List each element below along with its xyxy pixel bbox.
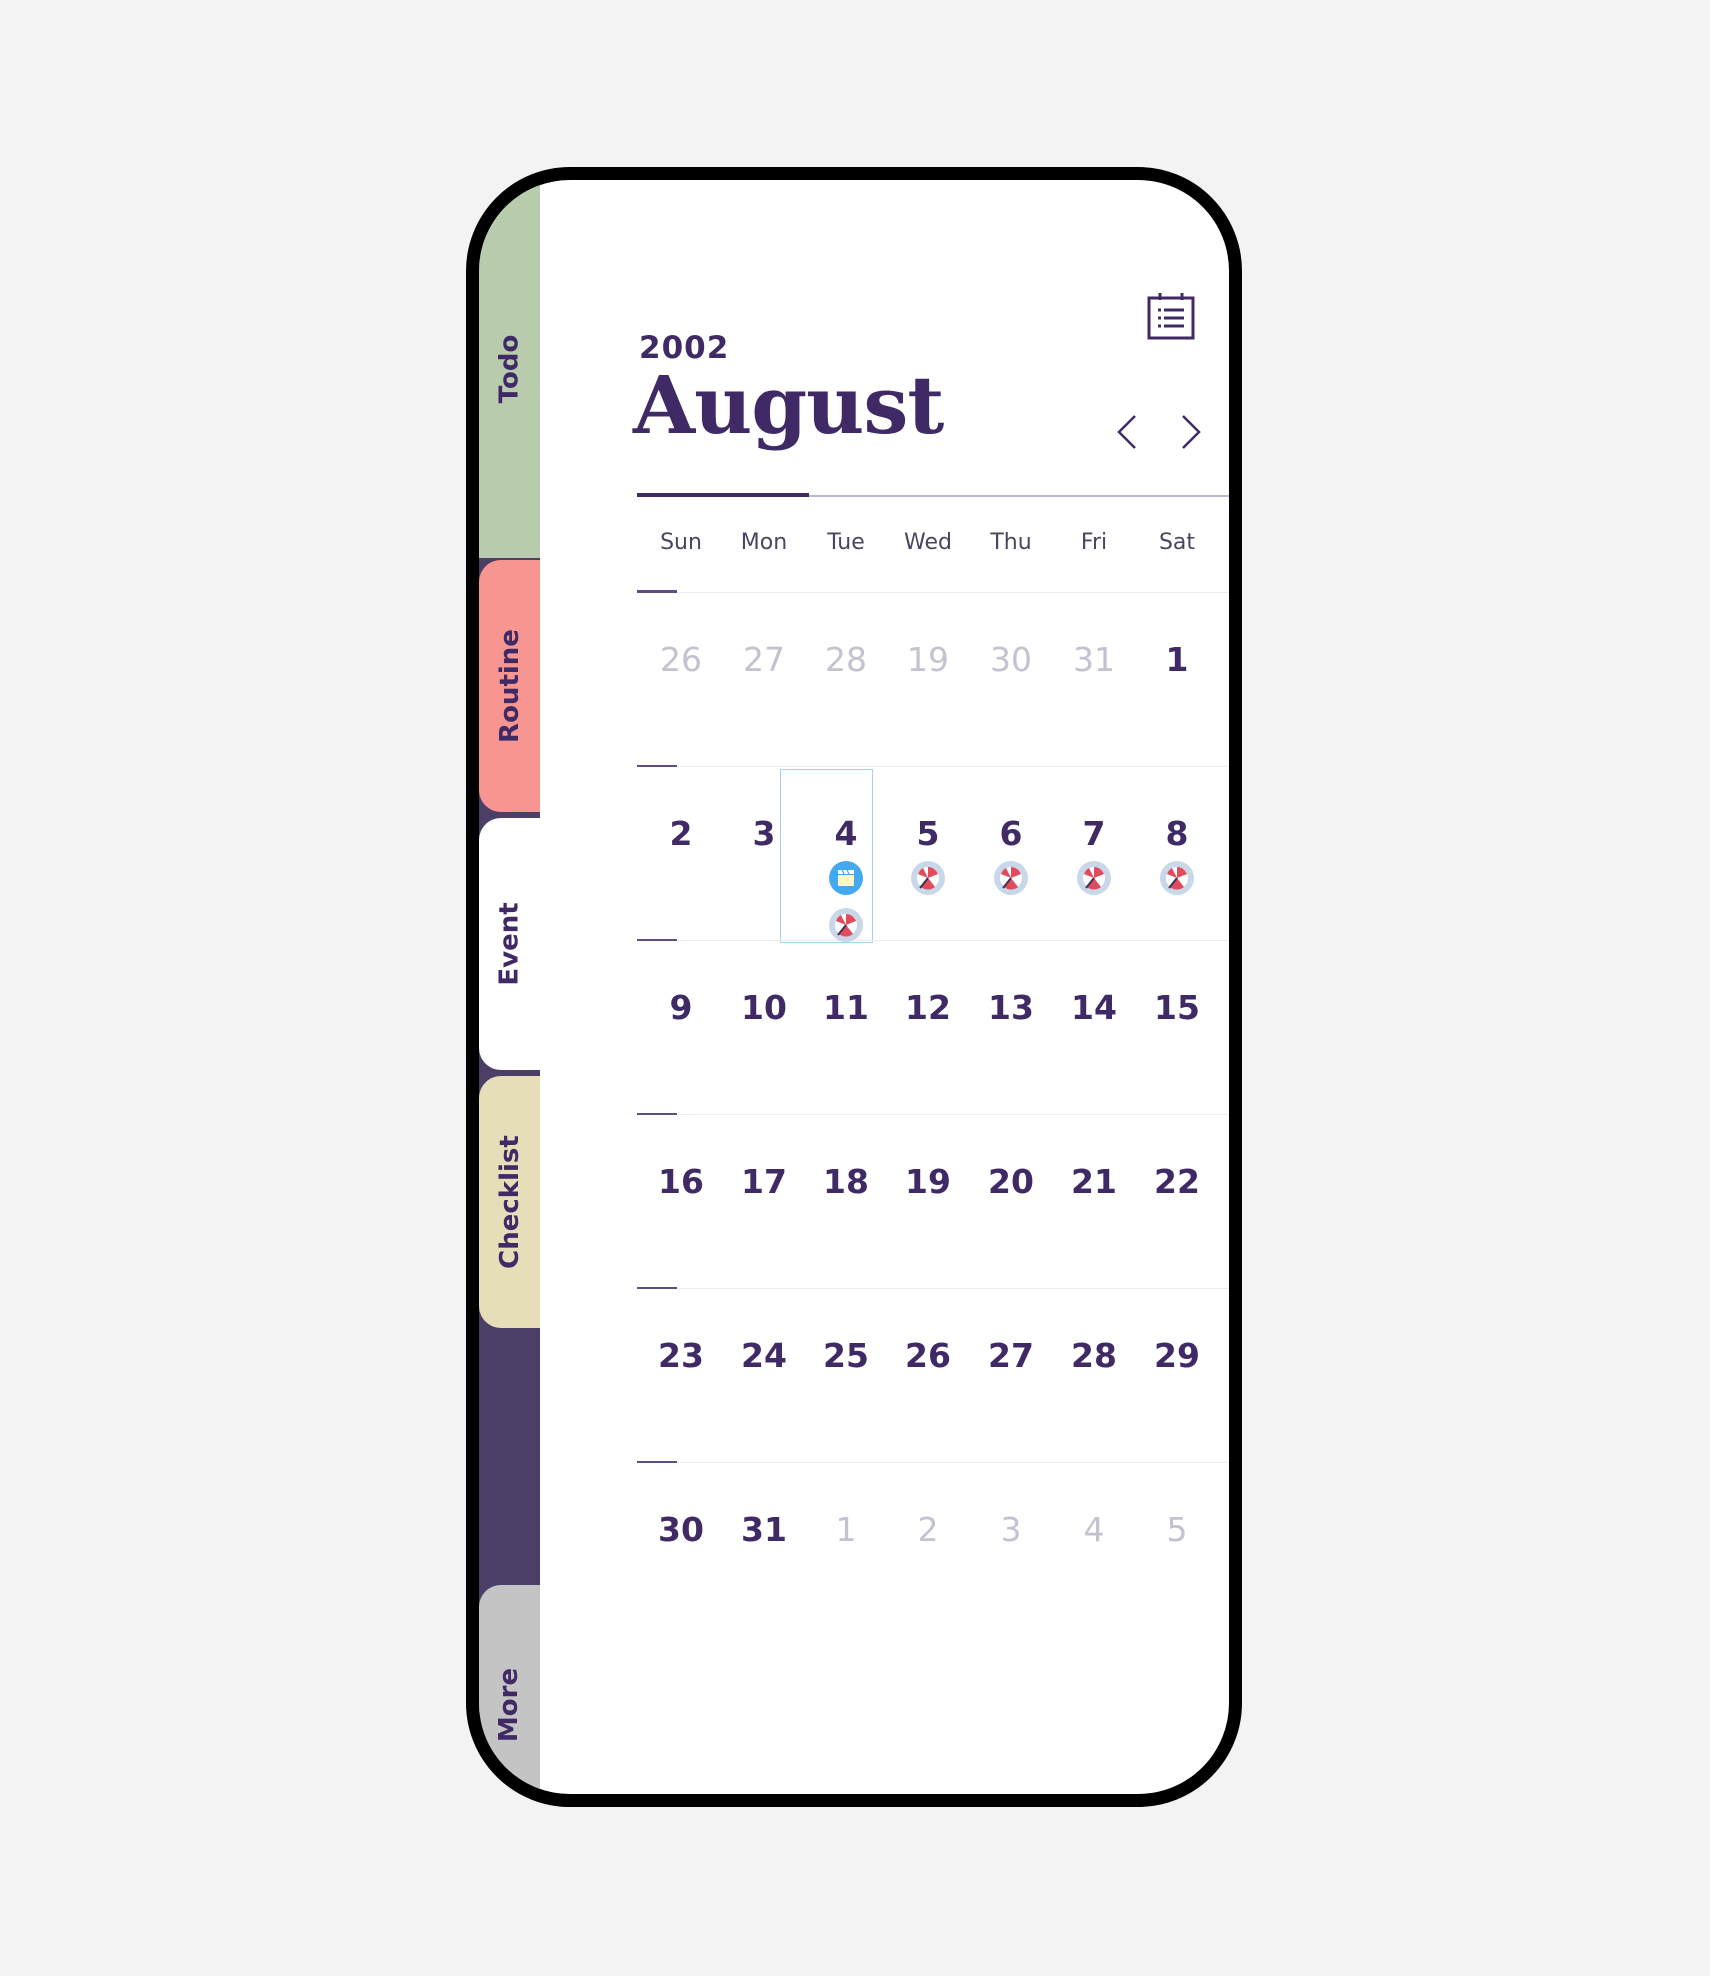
day-cell[interactable]: 17: [719, 1162, 809, 1201]
day-cell[interactable]: 5: [883, 814, 973, 853]
day-cell[interactable]: 14: [1049, 988, 1139, 1027]
week-divider: [637, 1462, 1229, 1463]
day-cell[interactable]: 22: [1132, 1162, 1222, 1201]
week-divider: [637, 592, 1229, 593]
day-cell[interactable]: 3: [719, 814, 809, 853]
day-cell-other-month[interactable]: 27: [719, 640, 809, 679]
day-cell[interactable]: 20: [966, 1162, 1056, 1201]
day-cell[interactable]: 29: [1132, 1336, 1222, 1375]
tab-routine[interactable]: Routine: [479, 560, 540, 812]
day-cell-other-month[interactable]: 1: [801, 1510, 891, 1549]
day-cell[interactable]: 31: [719, 1510, 809, 1549]
beach-umbrella-icon[interactable]: [910, 860, 946, 896]
day-cell[interactable]: 7: [1049, 814, 1139, 853]
day-cell[interactable]: 21: [1049, 1162, 1139, 1201]
day-cell[interactable]: 4: [801, 814, 891, 853]
tab-todo-label: Todo: [494, 334, 525, 404]
calendar-list-icon[interactable]: [1147, 292, 1195, 340]
weekday-tue: Tue: [827, 530, 865, 555]
weekday-wed: Wed: [904, 530, 952, 555]
day-cell[interactable]: 1: [1132, 640, 1222, 679]
tab-todo[interactable]: Todo: [479, 180, 540, 558]
weekday-sat: Sat: [1158, 530, 1196, 555]
tab-event[interactable]: Event: [479, 818, 540, 1070]
day-cell[interactable]: 24: [719, 1336, 809, 1375]
day-cell-other-month[interactable]: 31: [1049, 640, 1139, 679]
day-cell[interactable]: 16: [636, 1162, 726, 1201]
day-cell[interactable]: 19: [883, 1162, 973, 1201]
tab-more-label: More: [494, 1667, 525, 1743]
beach-umbrella-icon[interactable]: [1076, 860, 1112, 896]
day-cell-other-month[interactable]: 28: [801, 640, 891, 679]
weekday-mon: Mon: [740, 530, 788, 555]
weekday-thu: Thu: [990, 530, 1032, 555]
day-cell-other-month[interactable]: 3: [966, 1510, 1056, 1549]
tab-routine-label: Routine: [494, 629, 525, 743]
week-marker: [637, 1113, 677, 1115]
day-cell[interactable]: 28: [1049, 1336, 1139, 1375]
day-cell[interactable]: 25: [801, 1336, 891, 1375]
chevron-right-icon[interactable]: [1173, 408, 1209, 456]
day-cell[interactable]: 6: [966, 814, 1056, 853]
day-cell[interactable]: 9: [636, 988, 726, 1027]
beach-umbrella-icon[interactable]: [1159, 860, 1195, 896]
tab-event-label: Event: [494, 902, 525, 986]
header-divider-accent: [637, 493, 809, 497]
day-cell[interactable]: 13: [966, 988, 1056, 1027]
day-cell[interactable]: 23: [636, 1336, 726, 1375]
week-marker: [637, 1287, 677, 1289]
beach-umbrella-icon[interactable]: [993, 860, 1029, 896]
calendar-content: 2002 August Sun Mon Tue Wed Thu Fri Sat 26 27 28…: [540, 180, 1229, 1794]
day-cell-other-month[interactable]: 5: [1132, 1510, 1222, 1549]
day-cell-other-month[interactable]: 30: [966, 640, 1056, 679]
day-cell[interactable]: 2: [636, 814, 726, 853]
week-divider: [637, 766, 1229, 767]
chevron-left-icon[interactable]: [1109, 408, 1145, 456]
tab-checklist-label: Checklist: [494, 1135, 525, 1269]
day-cell-other-month[interactable]: 2: [883, 1510, 973, 1549]
day-cell[interactable]: 8: [1132, 814, 1222, 853]
clapperboard-icon[interactable]: [828, 860, 864, 896]
weekday-sun: Sun: [660, 530, 702, 555]
day-cell[interactable]: 15: [1132, 988, 1222, 1027]
phone-frame: Todo Routine Event Checklist More 2002 A…: [466, 167, 1242, 1807]
day-cell[interactable]: 11: [801, 988, 891, 1027]
week-divider: [637, 1288, 1229, 1289]
day-cell[interactable]: 12: [883, 988, 973, 1027]
week-marker: [637, 590, 677, 593]
beach-umbrella-icon[interactable]: [828, 907, 864, 943]
day-cell-other-month[interactable]: 26: [636, 640, 726, 679]
day-cell[interactable]: 18: [801, 1162, 891, 1201]
week-marker: [637, 1461, 677, 1463]
day-cell[interactable]: 26: [883, 1336, 973, 1375]
month-title: August: [633, 358, 944, 452]
week-divider: [637, 1114, 1229, 1115]
week-marker: [637, 939, 677, 941]
day-cell-other-month[interactable]: 19: [883, 640, 973, 679]
week-marker: [637, 765, 677, 767]
day-cell[interactable]: 27: [966, 1336, 1056, 1375]
day-cell[interactable]: 30: [636, 1510, 726, 1549]
week-divider: [637, 940, 1229, 941]
day-cell-other-month[interactable]: 4: [1049, 1510, 1139, 1549]
tab-checklist[interactable]: Checklist: [479, 1076, 540, 1328]
weekday-fri: Fri: [1080, 530, 1108, 555]
tab-more[interactable]: More: [479, 1585, 540, 1794]
day-cell[interactable]: 10: [719, 988, 809, 1027]
